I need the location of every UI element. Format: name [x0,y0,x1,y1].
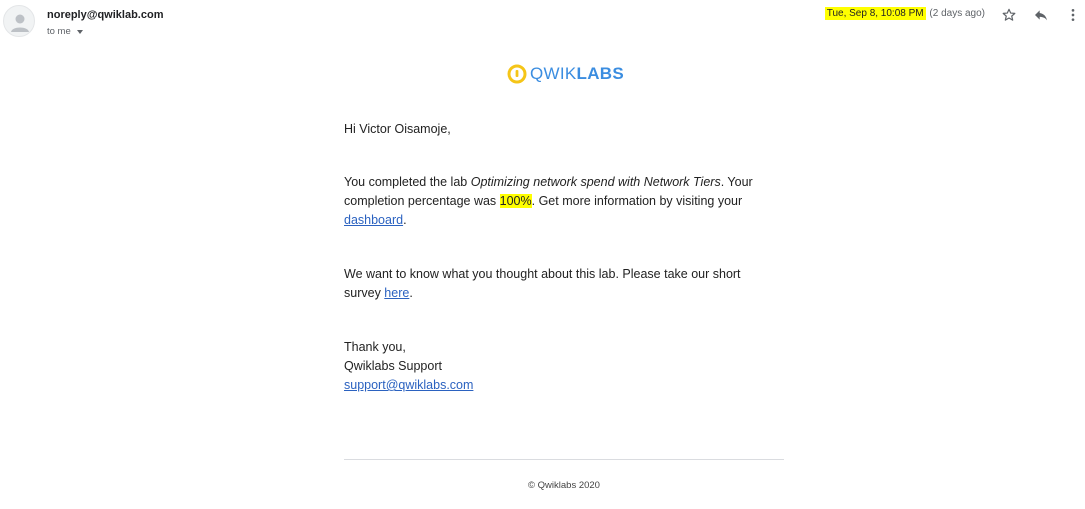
email-header: noreply@qwiklab.com to me Tue, Sep 8, 10… [0,0,1085,50]
chevron-down-icon [76,30,83,34]
survey-link[interactable]: here [384,286,409,300]
relative-date: (2 days ago) [929,8,985,19]
logo-wordmark: QWIKLABS [530,64,624,84]
footer-divider [344,459,784,460]
completion-paragraph: You completed the lab Optimizing network… [344,173,774,230]
sender-email[interactable]: noreply@qwiklab.com [47,9,163,21]
star-icon [1002,8,1016,21]
more-options-button[interactable] [1063,5,1083,25]
logo-text-qwik: QWIK [530,64,577,83]
signoff-thanks: Thank you, [344,340,406,354]
email-date: Tue, Sep 8, 10:08 PM (2 days ago) [824,7,985,20]
reply-button[interactable] [1031,5,1051,25]
completion-text-1: You completed the lab [344,175,471,189]
reply-icon [1035,10,1047,21]
sender-avatar[interactable] [3,5,35,37]
completion-percentage: 100% [499,194,532,208]
completion-end: . [403,213,407,227]
dashboard-link[interactable]: dashboard [344,213,403,227]
qwiklabs-logo: QWIKLABS [507,64,624,84]
more-vert-icon [1071,9,1075,21]
recipient-details-toggle[interactable]: to me [47,26,83,37]
lab-name: Optimizing network spend with Network Ti… [470,175,721,189]
completion-text-3: . Get more information by visiting your [531,194,743,208]
footer-copyright: © Qwiklabs 2020 [528,480,600,491]
person-icon [11,14,29,32]
logo-text-labs: LABS [576,64,625,83]
survey-paragraph: We want to know what you thought about t… [344,265,774,303]
signoff: Thank you, Qwiklabs Support support@qwik… [344,338,473,395]
recipient-label: to me [47,26,71,37]
support-email-link[interactable]: support@qwiklabs.com [344,378,473,392]
date-text: Tue, Sep 8, 10:08 PM [824,7,926,20]
survey-end: . [409,286,413,300]
greeting: Hi Victor Oisamoje, [344,122,451,136]
signoff-team: Qwiklabs Support [344,359,442,373]
qwiklabs-logo-icon [507,64,527,84]
star-button[interactable] [999,5,1019,25]
